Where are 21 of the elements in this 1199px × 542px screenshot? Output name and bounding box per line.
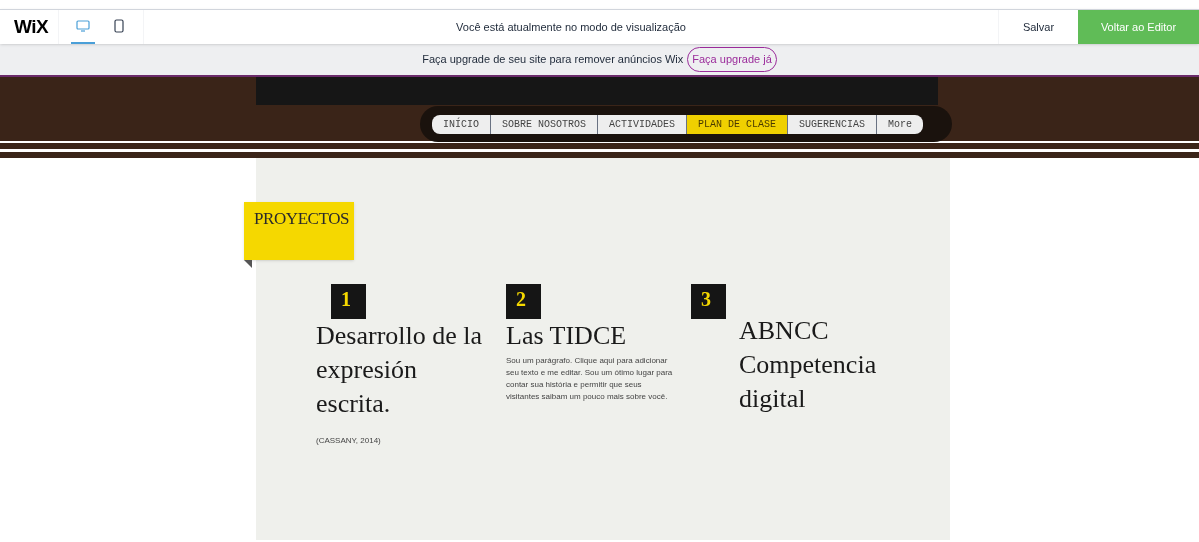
project-text: Sou um parágrafo. Clique aqui para adicionar seu texto e me editar. Sou um ótimo lugar para contar sua história e permitir que seus visitantes saibam um pouco mais sobre você. — [506, 355, 674, 403]
mobile-icon — [111, 18, 127, 34]
wix-logo: WiX — [13, 14, 50, 39]
project-title: Desarrollo de la expresión escrita. — [316, 320, 484, 420]
project-text: (CASSANY, 2014) — [316, 435, 382, 447]
ribbon-fold-icon — [244, 260, 252, 268]
nav-item[interactable]: SUGERENCIAS — [788, 114, 878, 134]
number-badge: 1 — [331, 284, 366, 319]
number-badge: 2 — [506, 284, 541, 319]
nav-item[interactable]: ACTIVIDADES — [598, 114, 688, 134]
section-tag: PROYECTOS — [244, 202, 354, 260]
nav-item[interactable]: More — [877, 114, 924, 134]
upgrade-message: Faça upgrade de seu site para remover anúncios Wix — [422, 52, 684, 68]
project-title: Las TIDCE — [506, 320, 628, 352]
project-title: ABNCC Competencia digital — [739, 315, 878, 415]
preview-mode-message: Você está atualmente no modo de visualização — [455, 19, 687, 35]
number-badge: 3 — [691, 284, 726, 319]
nav-item[interactable]: SOBRE NOSOTROS — [491, 114, 599, 134]
nav-item[interactable]: INÍCIO — [432, 114, 491, 134]
desktop-icon — [75, 18, 91, 34]
nav-item[interactable]: PLAN DE CLASE — [687, 114, 789, 134]
